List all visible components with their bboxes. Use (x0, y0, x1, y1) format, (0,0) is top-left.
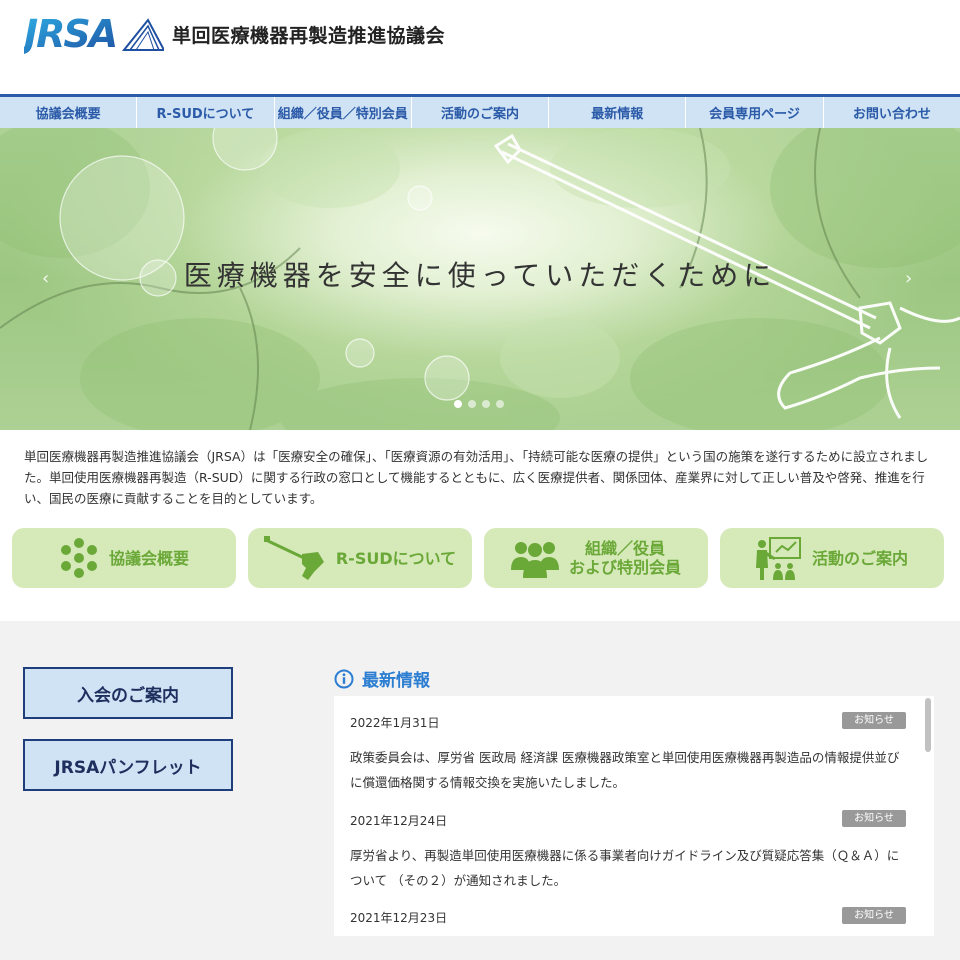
news-item[interactable]: 2022年1月31日 お知らせ 政策委員会は、厚労省 医政局 経済課 医療機器政… (350, 712, 906, 795)
card-organization-line1: 組織／役員 (584, 539, 665, 558)
hero-next-arrow-icon[interactable]: › (905, 268, 912, 289)
org-name: 単回医療機器再製造推進協議会 (172, 24, 446, 47)
intro-text: 単回医療機器再製造推進協議会（JRSA）は「医療安全の確保」、「医療資源の有効活… (24, 449, 929, 506)
news-badge: お知らせ (842, 907, 906, 924)
presentation-icon (755, 537, 801, 580)
news-item[interactable]: 2021年12月24日 お知らせ 厚労省より、再製造単回使用医療機器に係る事業者… (350, 810, 906, 893)
news-text[interactable]: 政策委員会は、厚労省 医政局 経済課 医療機器政策室と単回使用医療機器再製造品の… (350, 745, 906, 795)
card-rsud[interactable]: R-SUDについて (248, 528, 472, 588)
site-header: JRSA 単回医療機器再製造推進協議会 (0, 0, 960, 94)
card-organization-line2: および特別会員 (568, 558, 681, 577)
hero-dot-1[interactable] (454, 400, 462, 408)
news-date: 2022年1月31日 (350, 716, 440, 730)
nav-item-about[interactable]: 協議会概要 (0, 97, 138, 128)
nav-item-organization[interactable]: 組織／役員／特別会員 (275, 97, 412, 128)
news-badge: お知らせ (842, 810, 906, 827)
news-item[interactable]: 2021年12月23日 お知らせ (350, 907, 906, 926)
card-activities[interactable]: 活動のご案内 (720, 528, 944, 588)
hero-title: 医療機器を安全に使っていただくために (183, 259, 777, 292)
nav-item-contact[interactable]: お問い合わせ (824, 97, 960, 128)
hero-dot-3[interactable] (482, 400, 490, 408)
news-date: 2021年12月24日 (350, 814, 448, 828)
card-rsud-label: R-SUDについて (335, 548, 457, 568)
feature-cards: 協議会概要 R-SUDについて 組織／役員 および特別会員 活動のご案内 (12, 528, 944, 588)
jrsa-logo-icon: JRSA (24, 14, 164, 54)
main-nav: 協議会概要 R-SUDについて 組織／役員／特別会員 活動のご案内 最新情報 会… (0, 94, 960, 128)
news-scroll-thumb[interactable] (925, 698, 931, 752)
news-badge: お知らせ (842, 712, 906, 729)
hero-prev-arrow-icon[interactable]: ‹ (42, 268, 49, 289)
svg-text:JRSA: JRSA (24, 14, 116, 54)
people-group-icon (510, 542, 559, 578)
hero-dot-2[interactable] (468, 400, 476, 408)
info-icon (334, 669, 354, 688)
hero-dot-4[interactable] (496, 400, 504, 408)
card-about-label: 協議会概要 (108, 548, 189, 568)
news-text[interactable]: 厚労省より、再製造単回使用医療機器に係る事業者向けガイドライン及び質疑応答集（Ｑ… (350, 843, 906, 893)
card-activities-label: 活動のご案内 (811, 548, 908, 568)
nav-item-activities[interactable]: 活動のご案内 (412, 97, 550, 128)
pamphlet-button[interactable]: JRSAパンフレット (23, 739, 233, 791)
news-date: 2021年12月23日 (350, 911, 448, 925)
nav-item-news[interactable]: 最新情報 (549, 97, 687, 128)
news-scrollbar[interactable] (924, 698, 932, 934)
hero-slider: 医療機器を安全に使っていただくために ‹ › (0, 128, 960, 430)
news-header: 最新情報 (334, 666, 430, 691)
circle-cluster-icon (60, 538, 97, 578)
news-heading: 最新情報 (362, 671, 430, 691)
card-organization[interactable]: 組織／役員 および特別会員 (484, 528, 708, 588)
site-logo[interactable]: JRSA 単回医療機器再製造推進協議会 (24, 14, 445, 54)
card-about[interactable]: 協議会概要 (12, 528, 236, 588)
card-organization-label: 組織／役員 および特別会員 (569, 539, 681, 577)
hero-pagination (454, 400, 504, 408)
nav-item-rsud[interactable]: R-SUDについて (137, 97, 275, 128)
medical-device-icon (263, 536, 324, 580)
membership-info-button[interactable]: 入会のご案内 (23, 667, 233, 719)
news-list[interactable]: 2022年1月31日 お知らせ 政策委員会は、厚労省 医政局 経済課 医療機器政… (334, 696, 934, 936)
nav-item-members[interactable]: 会員専用ページ (686, 97, 824, 128)
